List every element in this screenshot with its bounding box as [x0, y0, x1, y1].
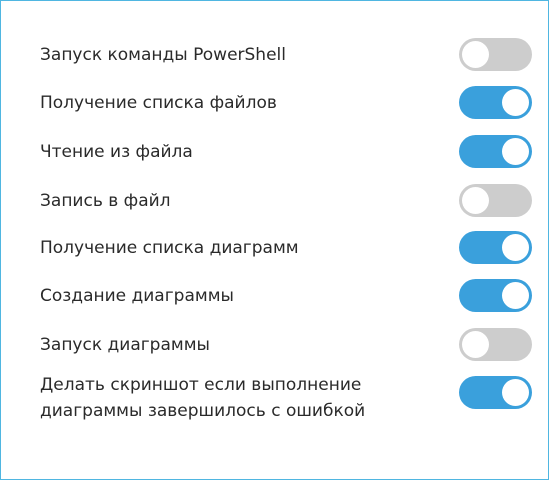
toggle-knob	[502, 282, 529, 309]
toggle-run-powershell[interactable]	[459, 38, 532, 71]
toggle-knob	[462, 331, 489, 358]
toggle-knob	[502, 379, 529, 406]
toggle-run-diagram[interactable]	[459, 328, 532, 361]
toggle-write-file[interactable]	[459, 184, 532, 217]
toggle-knob	[462, 41, 489, 68]
toggle-knob	[502, 138, 529, 165]
toggle-read-file[interactable]	[459, 135, 532, 168]
setting-label: Создание диаграммы	[40, 286, 234, 306]
toggle-knob	[502, 234, 529, 261]
setting-label: Чтение из файла	[40, 142, 193, 162]
setting-label: Запуск диаграммы	[40, 335, 210, 355]
setting-label: Запуск команды PowerShell	[40, 45, 286, 65]
setting-label-line1: Делать скриншот если выполнение	[40, 375, 362, 395]
toggle-knob	[502, 89, 529, 116]
setting-label: Запись в файл	[40, 191, 171, 211]
setting-label: Получение списка файлов	[40, 93, 277, 113]
toggle-list-files[interactable]	[459, 86, 532, 119]
toggle-create-diagram[interactable]	[459, 279, 532, 312]
setting-label: Получение списка диаграмм	[40, 238, 299, 258]
toggle-knob	[462, 187, 489, 214]
setting-label-line2: диаграммы завершилось с ошибкой	[40, 401, 366, 421]
permissions-panel: Запуск команды PowerShell Получение спис…	[0, 0, 549, 480]
toggle-list-diagrams[interactable]	[459, 231, 532, 264]
toggle-screenshot-on-error[interactable]	[459, 376, 532, 409]
